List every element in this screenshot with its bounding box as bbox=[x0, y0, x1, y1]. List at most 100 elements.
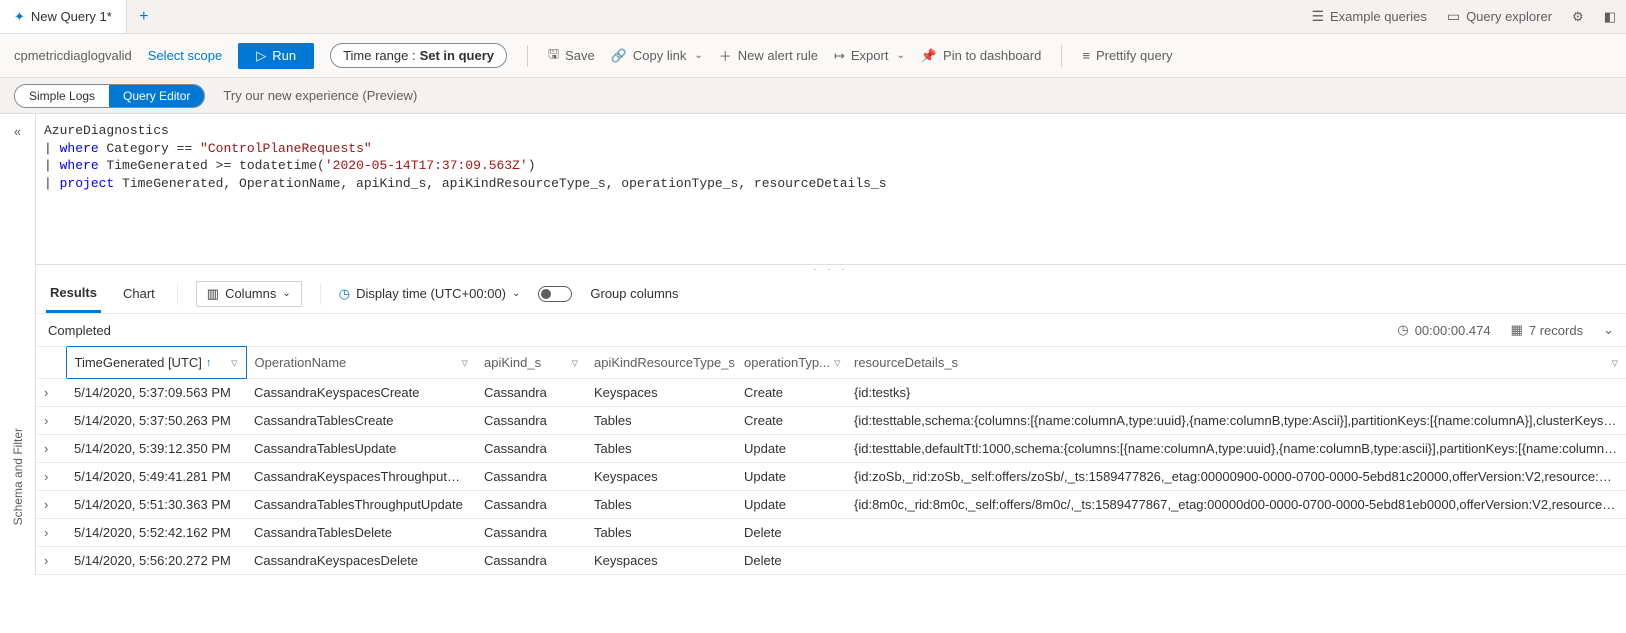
new-alert-rule-button[interactable]: ＋ New alert rule bbox=[719, 46, 818, 65]
toolbar: cpmetricdiaglogvalid Select scope ▷ Run … bbox=[0, 34, 1626, 78]
monitor-icon: ✦ bbox=[14, 9, 25, 25]
clock-icon: ◷ bbox=[339, 286, 350, 302]
col-operationtype[interactable]: operationTyp...▿ bbox=[736, 347, 846, 379]
save-icon: 🖫 bbox=[548, 45, 559, 67]
expand-sidebar-icon[interactable]: « bbox=[14, 124, 21, 139]
query-tab-label: New Query 1* bbox=[31, 9, 112, 24]
display-time-button[interactable]: ◷ Display time (UTC+00:00) ⌄ bbox=[339, 286, 521, 302]
col-timegenerated[interactable]: TimeGenerated [UTC]↑▿ bbox=[66, 347, 246, 379]
cell-optype: Update bbox=[736, 435, 846, 463]
cell-apikind: Cassandra bbox=[476, 463, 586, 491]
cell-details: {id:testtable,defaultTtl:1000,schema:{co… bbox=[846, 435, 1626, 463]
grid-header-row: TimeGenerated [UTC]↑▿ OperationName▿ api… bbox=[36, 347, 1626, 379]
filter-icon[interactable]: ▿ bbox=[571, 355, 578, 371]
link-icon: 🔗 bbox=[611, 48, 627, 64]
expand-row-icon[interactable]: › bbox=[36, 463, 66, 491]
cell-optype: Create bbox=[736, 407, 846, 435]
expand-row-icon[interactable]: › bbox=[36, 407, 66, 435]
cell-op: CassandraKeyspacesThroughputUpdate bbox=[246, 463, 476, 491]
query-explorer-button[interactable]: ▭ Query explorer bbox=[1437, 0, 1562, 33]
table-row[interactable]: ›5/14/2020, 5:37:09.563 PMCassandraKeysp… bbox=[36, 379, 1626, 407]
expand-row-icon[interactable]: › bbox=[36, 379, 66, 407]
chevron-down-icon: ⌄ bbox=[896, 50, 904, 61]
records-value: 7 records bbox=[1529, 323, 1583, 338]
expand-row-icon[interactable]: › bbox=[36, 491, 66, 519]
timerange-button[interactable]: Time range : Set in query bbox=[330, 43, 507, 68]
table-row[interactable]: ›5/14/2020, 5:56:20.272 PMCassandraKeysp… bbox=[36, 547, 1626, 575]
duration-value: 00:00:00.474 bbox=[1415, 323, 1491, 338]
sidebar-label[interactable]: Schema and Filter bbox=[11, 418, 25, 535]
gear-icon: ⚙ bbox=[1572, 9, 1584, 25]
col-resourcedetails[interactable]: resourceDetails_s▿ bbox=[846, 347, 1626, 379]
copy-link-button[interactable]: 🔗 Copy link ⌄ bbox=[611, 48, 703, 64]
panel-button[interactable]: ◧ bbox=[1594, 0, 1626, 33]
query-editor-pill[interactable]: Query Editor bbox=[109, 85, 204, 107]
table-row[interactable]: ›5/14/2020, 5:52:42.162 PMCassandraTable… bbox=[36, 519, 1626, 547]
mode-tab-row: Simple Logs Query Editor Try our new exp… bbox=[0, 78, 1626, 114]
cell-details: {id:testtable,schema:{columns:[{name:col… bbox=[846, 407, 1626, 435]
col-apikind[interactable]: apiKind_s▿ bbox=[476, 347, 586, 379]
columns-label: Columns bbox=[225, 286, 276, 301]
cell-time: 5/14/2020, 5:37:09.563 PM bbox=[66, 379, 246, 407]
pin-icon: 📌 bbox=[921, 48, 937, 64]
example-queries-button[interactable]: ☰ Example queries bbox=[1301, 0, 1436, 33]
filter-icon[interactable]: ▿ bbox=[834, 355, 841, 371]
table-row[interactable]: ›5/14/2020, 5:39:12.350 PMCassandraTable… bbox=[36, 435, 1626, 463]
prettify-icon: ≡ bbox=[1082, 48, 1090, 63]
save-button[interactable]: 🖫 Save bbox=[548, 45, 595, 67]
cell-apikind: Cassandra bbox=[476, 407, 586, 435]
query-tab[interactable]: ✦ New Query 1* bbox=[0, 0, 127, 33]
cell-details: {id:zoSb,_rid:zoSb,_self:offers/zoSb/,_t… bbox=[846, 463, 1626, 491]
expand-row-icon[interactable]: › bbox=[36, 547, 66, 575]
cell-apikind: Cassandra bbox=[476, 379, 586, 407]
panel-icon: ◧ bbox=[1604, 9, 1616, 25]
separator bbox=[527, 45, 528, 67]
mode-pill-group: Simple Logs Query Editor bbox=[14, 84, 205, 108]
col-apikindresourcetype[interactable]: apiKindResourceType_s▿ bbox=[586, 347, 736, 379]
export-button[interactable]: ↦ Export ⌄ bbox=[834, 48, 905, 64]
prettify-button[interactable]: ≡ Prettify query bbox=[1082, 48, 1172, 63]
table-row[interactable]: ›5/14/2020, 5:37:50.263 PMCassandraTable… bbox=[36, 407, 1626, 435]
chevron-down-icon: ⌄ bbox=[282, 288, 290, 299]
tab-chart[interactable]: Chart bbox=[119, 276, 159, 311]
file-tab-bar: ✦ New Query 1* + ☰ Example queries ▭ Que… bbox=[0, 0, 1626, 34]
expand-results-icon[interactable]: ⌄ bbox=[1603, 322, 1614, 338]
resize-handle[interactable]: · · · bbox=[36, 264, 1626, 274]
group-columns-toggle[interactable] bbox=[538, 286, 572, 302]
cell-time: 5/14/2020, 5:52:42.162 PM bbox=[66, 519, 246, 547]
explorer-icon: ▭ bbox=[1447, 8, 1460, 25]
filter-icon[interactable]: ▿ bbox=[231, 355, 238, 371]
select-scope-link[interactable]: Select scope bbox=[148, 48, 222, 63]
cell-restype: Tables bbox=[586, 435, 736, 463]
cell-restype: Tables bbox=[586, 491, 736, 519]
cell-restype: Keyspaces bbox=[586, 547, 736, 575]
columns-icon: ▥ bbox=[207, 286, 219, 302]
cell-op: CassandraTablesDelete bbox=[246, 519, 476, 547]
pin-label: Pin to dashboard bbox=[943, 48, 1041, 63]
editor-results: AzureDiagnostics | where Category == "Co… bbox=[36, 114, 1626, 575]
run-button[interactable]: ▷ Run bbox=[238, 43, 314, 69]
preview-link[interactable]: Try our new experience (Preview) bbox=[223, 88, 417, 103]
expand-row-icon[interactable]: › bbox=[36, 519, 66, 547]
settings-button[interactable]: ⚙ bbox=[1562, 0, 1594, 33]
new-tab-button[interactable]: + bbox=[127, 8, 161, 26]
scope-name: cpmetricdiaglogvalid bbox=[14, 48, 132, 63]
filter-icon[interactable]: ▿ bbox=[1611, 355, 1618, 371]
copy-link-label: Copy link bbox=[633, 48, 686, 63]
separator bbox=[1061, 45, 1062, 67]
query-editor[interactable]: AzureDiagnostics | where Category == "Co… bbox=[36, 114, 1626, 264]
expand-header bbox=[36, 347, 66, 379]
table-row[interactable]: ›5/14/2020, 5:49:41.281 PMCassandraKeysp… bbox=[36, 463, 1626, 491]
cell-restype: Tables bbox=[586, 519, 736, 547]
pin-button[interactable]: 📌 Pin to dashboard bbox=[921, 48, 1041, 64]
filter-icon[interactable]: ▿ bbox=[461, 355, 468, 371]
simple-logs-pill[interactable]: Simple Logs bbox=[15, 85, 109, 107]
tab-results[interactable]: Results bbox=[46, 275, 101, 313]
cell-optype: Delete bbox=[736, 547, 846, 575]
columns-button[interactable]: ▥ Columns ⌄ bbox=[196, 281, 302, 307]
table-row[interactable]: ›5/14/2020, 5:51:30.363 PMCassandraTable… bbox=[36, 491, 1626, 519]
new-alert-label: New alert rule bbox=[738, 48, 818, 63]
expand-row-icon[interactable]: › bbox=[36, 435, 66, 463]
col-operationname[interactable]: OperationName▿ bbox=[246, 347, 476, 379]
cell-time: 5/14/2020, 5:49:41.281 PM bbox=[66, 463, 246, 491]
